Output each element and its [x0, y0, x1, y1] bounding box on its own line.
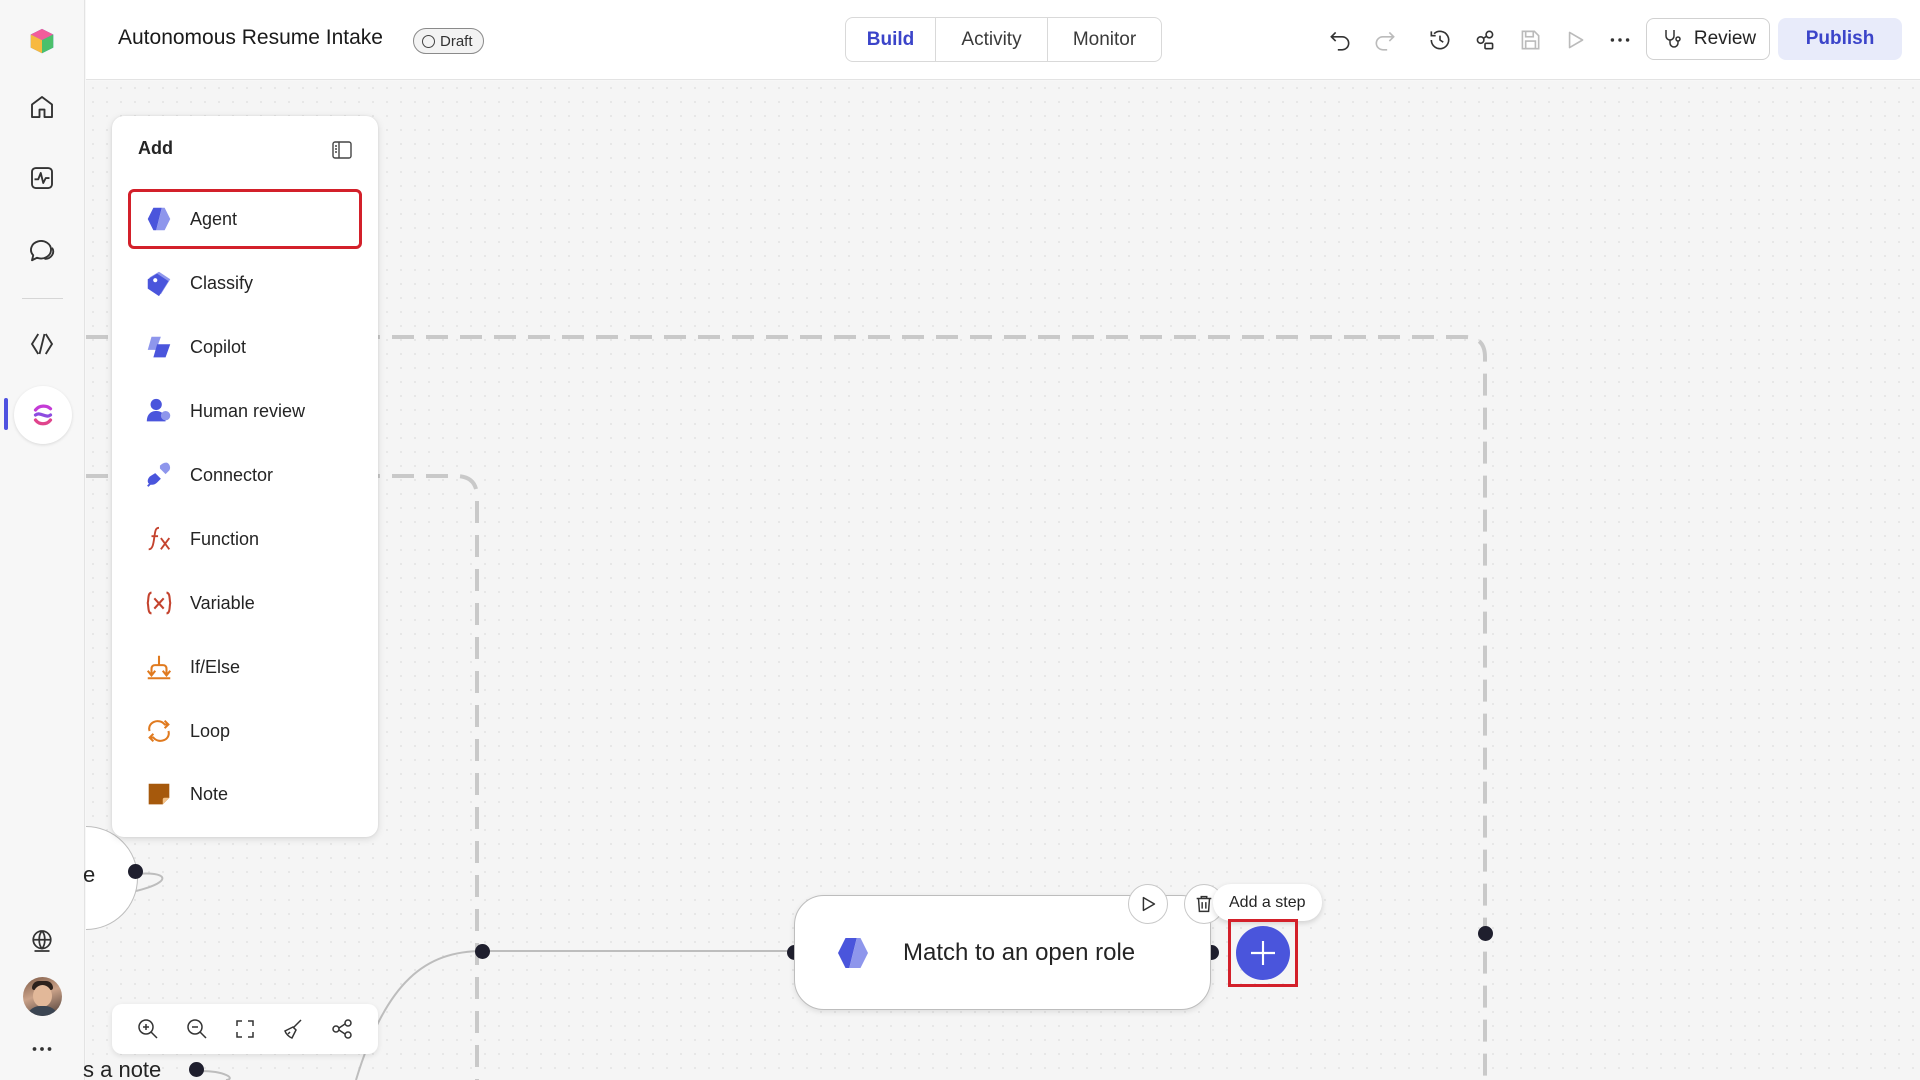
connection-port[interactable]: [475, 944, 490, 959]
function-icon: [144, 524, 174, 554]
activity-icon[interactable]: [13, 149, 71, 207]
save-icon[interactable]: [1514, 24, 1546, 56]
agent-icon: [838, 937, 868, 968]
partial-bottom-label: s a note: [83, 1057, 162, 1080]
add-item-label: Note: [190, 783, 229, 804]
avatar[interactable]: [23, 977, 62, 1016]
home-icon[interactable]: [13, 78, 71, 136]
partial-node-label: e: [83, 862, 96, 887]
add-item-if-else[interactable]: If/Else: [128, 637, 362, 697]
add-panel: Add Agent Classify Copilot Human review …: [112, 116, 378, 837]
add-item-connector[interactable]: Connector: [128, 445, 362, 505]
tooltip: Add a step: [1213, 884, 1322, 921]
add-item-label: If/Else: [190, 656, 241, 677]
add-item-label: Copilot: [190, 336, 247, 357]
header: Autonomous Resume Intake Draft Build Act…: [86, 0, 1920, 80]
add-item-copilot[interactable]: Copilot: [128, 317, 362, 377]
view-tabs: Build Activity Monitor: [845, 17, 1162, 62]
globe-icon[interactable]: [13, 912, 71, 970]
add-item-classify[interactable]: Classify: [128, 253, 362, 313]
connection-port[interactable]: [189, 1062, 204, 1077]
add-item-loop[interactable]: Loop: [128, 701, 362, 761]
connection-port[interactable]: [1478, 926, 1493, 941]
more-icon[interactable]: [13, 1020, 71, 1078]
connection-port[interactable]: [128, 864, 143, 879]
left-rail: [0, 0, 85, 1080]
review-button[interactable]: Review: [1646, 18, 1770, 60]
plug-icon: [144, 460, 174, 490]
agents-icon[interactable]: [13, 315, 71, 373]
publish-button[interactable]: Publish: [1778, 18, 1902, 60]
add-item-note[interactable]: Note: [128, 764, 362, 824]
add-item-label: Variable: [190, 592, 255, 613]
add-item-label: Loop: [190, 720, 231, 741]
add-item-agent[interactable]: Agent: [128, 189, 362, 249]
rail-active-indicator: [4, 398, 8, 430]
agent-icon: [144, 204, 174, 234]
review-button-label: Review: [1693, 28, 1757, 49]
add-item-label: Function: [190, 528, 260, 549]
add-item-function[interactable]: Function: [128, 509, 362, 569]
node-title: Match to an open role: [903, 938, 1136, 966]
trash-icon: [1196, 895, 1212, 913]
tab-activity[interactable]: Activity: [935, 18, 1047, 61]
undo-icon[interactable]: [1324, 24, 1356, 56]
add-step-button[interactable]: [1236, 926, 1290, 980]
plus-icon: [1251, 941, 1275, 965]
tab-monitor[interactable]: Monitor: [1047, 18, 1161, 61]
add-item-variable[interactable]: Variable: [128, 573, 362, 633]
copilot-icon: [144, 332, 174, 362]
connections-icon[interactable]: [1469, 24, 1501, 56]
tag-icon: [144, 268, 174, 298]
flows-icon[interactable]: [14, 386, 72, 444]
branch-icon: [144, 652, 174, 682]
play-icon[interactable]: [1559, 24, 1591, 56]
zoom-out-icon[interactable]: [182, 1014, 212, 1044]
circle-icon: [422, 34, 435, 48]
add-item-label: Agent: [190, 208, 238, 229]
person-icon: [144, 396, 174, 426]
run-node-button[interactable]: [1128, 884, 1168, 924]
status-badge: Draft: [413, 28, 484, 54]
app-logo-icon[interactable]: [13, 12, 71, 70]
variable-icon: [144, 588, 174, 618]
add-item-human-review[interactable]: Human review: [128, 381, 362, 441]
canvas-toolbar: [112, 1004, 378, 1054]
broom-icon[interactable]: [278, 1014, 308, 1044]
note-icon: [144, 779, 174, 809]
status-badge-label: Draft: [440, 32, 473, 50]
redo-icon[interactable]: [1369, 24, 1401, 56]
chat-icon[interactable]: [13, 220, 71, 278]
tab-build[interactable]: Build: [846, 18, 935, 61]
more-options-icon[interactable]: [1604, 24, 1636, 56]
page-title: Autonomous Resume Intake: [118, 26, 383, 49]
add-item-label: Classify: [190, 272, 254, 293]
add-item-label: Human review: [190, 400, 306, 421]
rail-divider: [22, 298, 63, 299]
panel-toggle-icon[interactable]: [328, 136, 356, 164]
fit-view-icon[interactable]: [230, 1014, 260, 1044]
loop-icon: [144, 716, 174, 746]
layout-icon[interactable]: [327, 1014, 357, 1044]
play-icon: [1142, 896, 1156, 912]
history-icon[interactable]: [1424, 24, 1456, 56]
add-item-label: Connector: [190, 464, 274, 485]
zoom-in-icon[interactable]: [133, 1014, 163, 1044]
add-panel-title: Add: [138, 138, 173, 158]
stethoscope-icon: [1665, 30, 1681, 48]
